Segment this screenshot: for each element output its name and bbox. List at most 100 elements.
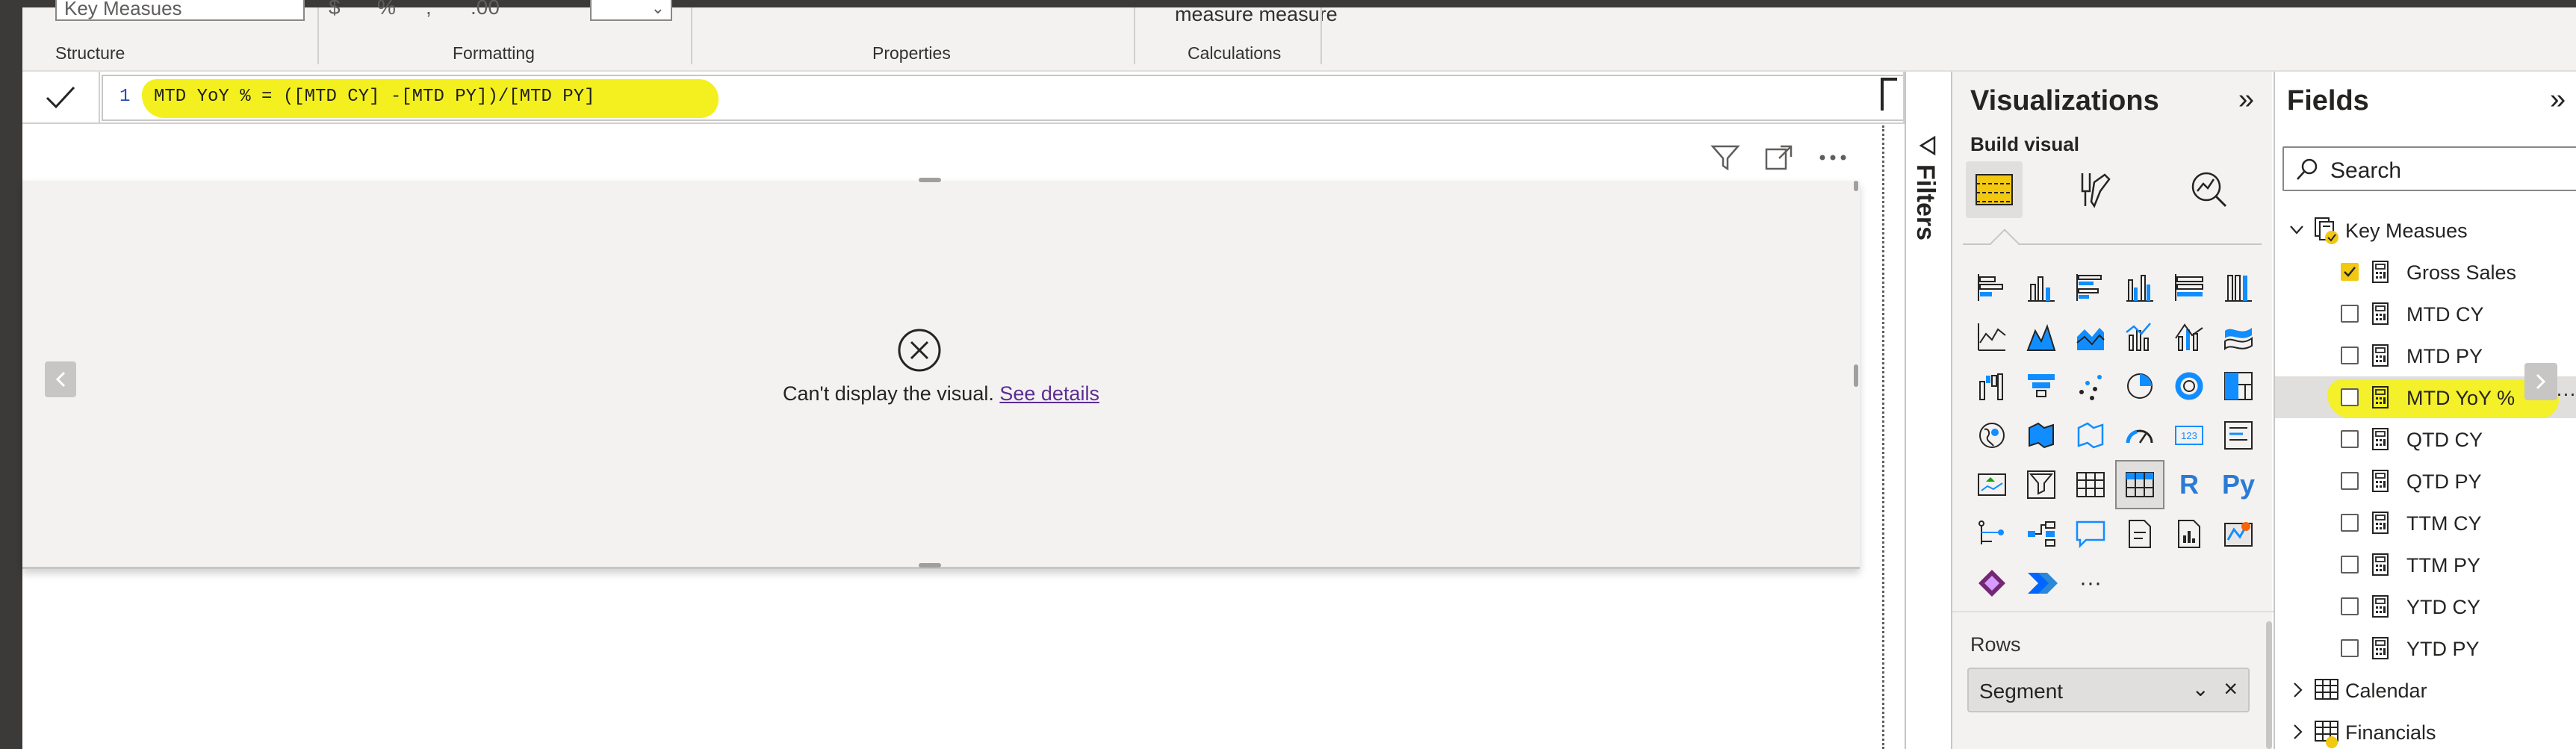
chevron-down-icon[interactable] [2288, 223, 2305, 237]
focus-mode-icon[interactable] [1764, 143, 1794, 172]
collapse-fields-icon[interactable]: » [2550, 84, 2566, 116]
power-apps-icon[interactable] [1967, 559, 2017, 608]
chevron-right-icon[interactable] [2291, 681, 2303, 699]
field-checkbox[interactable] [2341, 556, 2359, 574]
waterfall-chart-icon[interactable] [1967, 361, 2017, 411]
card-icon[interactable]: 123 [2164, 411, 2214, 460]
100-stacked-bar-chart-icon[interactable] [2164, 263, 2214, 312]
field-row-gross-sales[interactable]: Gross Sales [2275, 251, 2576, 293]
filters-pane[interactable]: Filters [1905, 72, 1949, 749]
kpi-icon[interactable] [1967, 460, 2017, 509]
more-visuals-icon[interactable]: ··· [2066, 559, 2115, 608]
line-and-stacked-column-icon[interactable] [2115, 312, 2164, 361]
paginated-report-icon[interactable] [2164, 509, 2214, 559]
new-measure-button[interactable]: measure measure [1175, 3, 1338, 26]
home-table-input[interactable]: Key Measues [55, 0, 305, 21]
key-influencers-icon[interactable] [1967, 509, 2017, 559]
commit-formula-button[interactable] [22, 72, 100, 124]
rows-field-pill[interactable]: Segment ⌄ × [1967, 668, 2250, 712]
calculator-icon [2372, 595, 2389, 618]
stacked-area-chart-icon[interactable] [2066, 312, 2115, 361]
table-row-financials[interactable]: Financials [2275, 711, 2576, 749]
field-checkbox[interactable] [2341, 430, 2359, 448]
field-row-ttm-py[interactable]: TTM PY [2275, 544, 2576, 585]
decomposition-tree-icon[interactable] [2017, 509, 2066, 559]
python-visual-icon[interactable]: Py [2214, 460, 2263, 509]
field-checkbox[interactable] [2341, 597, 2359, 615]
analytics-tab[interactable] [2179, 161, 2236, 218]
decimal-format-button[interactable]: .00 [471, 0, 500, 19]
calculator-icon [2372, 470, 2389, 492]
field-checkbox[interactable] [2341, 346, 2359, 364]
remove-field-icon[interactable]: × [2223, 675, 2238, 703]
multi-row-card-icon[interactable] [2214, 411, 2263, 460]
matrix-icon[interactable] [2115, 460, 2164, 509]
decimal-places-dropdown[interactable]: ⌄ [590, 0, 672, 21]
comma-format-button[interactable]: , [426, 0, 432, 19]
fields-search-box[interactable]: Search [2282, 146, 2576, 191]
more-options-icon[interactable] [1818, 153, 1848, 162]
table-icon[interactable] [2066, 460, 2115, 509]
chevron-right-icon[interactable] [2291, 723, 2303, 741]
field-row-qtd-py[interactable]: QTD PY [2275, 460, 2576, 502]
table-visual[interactable]: Can't display the visual. See details [22, 178, 1860, 569]
clustered-bar-chart-icon[interactable] [2066, 263, 2115, 312]
donut-chart-icon[interactable] [2164, 361, 2214, 411]
scatter-chart-icon[interactable] [2066, 361, 2115, 411]
build-visual-tab[interactable] [1966, 161, 2023, 218]
power-automate-icon[interactable] [2017, 559, 2066, 608]
filled-map-icon[interactable] [2017, 411, 2066, 460]
collapse-visualizations-icon[interactable]: » [2238, 84, 2254, 116]
field-row-qtd-cy[interactable]: QTD CY [2275, 418, 2576, 460]
chevron-down-icon[interactable]: ⌄ [2192, 677, 2209, 701]
field-checkbox[interactable] [2341, 263, 2359, 281]
resize-handle-corner[interactable] [1854, 181, 1858, 191]
table-row-key-measues[interactable]: Key Measues [2275, 209, 2576, 251]
qna-icon[interactable] [2066, 509, 2115, 559]
field-checkbox[interactable] [2341, 472, 2359, 490]
ribbon-chart-icon[interactable] [2214, 312, 2263, 361]
funnel-chart-icon[interactable] [2017, 361, 2066, 411]
formula-editor[interactable]: 1 MTD YoY % = ([MTD CY] -[MTD PY])/[MTD … [102, 75, 1924, 121]
stacked-column-chart-icon[interactable] [2017, 263, 2066, 312]
azure-map-icon[interactable] [2214, 509, 2263, 559]
gauge-icon[interactable] [2115, 411, 2164, 460]
field-checkbox[interactable] [2341, 639, 2359, 657]
slicer-icon[interactable] [2017, 460, 2066, 509]
100-stacked-column-chart-icon[interactable] [2214, 263, 2263, 312]
collapse-arrow-icon[interactable] [1918, 134, 1937, 157]
calculator-icon [2372, 428, 2389, 450]
visualizations-scrollbar[interactable] [2266, 621, 2272, 749]
line-and-clustered-column-icon[interactable] [2164, 312, 2214, 361]
currency-format-button[interactable]: $ [329, 0, 341, 19]
stacked-bar-chart-icon[interactable] [1967, 263, 2017, 312]
line-chart-icon[interactable] [1967, 312, 2017, 361]
map-icon[interactable] [1967, 411, 2017, 460]
structure-group-label: Structure [55, 43, 125, 63]
dax-formula-text[interactable]: MTD YoY % = ([MTD CY] -[MTD PY])/[MTD PY… [154, 87, 595, 107]
field-checkbox[interactable] [2341, 305, 2359, 323]
see-details-link[interactable]: See details [999, 382, 1099, 405]
treemap-icon[interactable] [2214, 361, 2263, 411]
page-nav-right-button[interactable] [2524, 363, 2557, 400]
resize-handle-top[interactable] [919, 178, 941, 182]
filter-icon[interactable] [1710, 143, 1740, 172]
shape-map-icon[interactable] [2066, 411, 2115, 460]
clustered-column-chart-icon[interactable] [2115, 263, 2164, 312]
area-chart-icon[interactable] [2017, 312, 2066, 361]
field-row-ytd-cy[interactable]: YTD CY [2275, 585, 2576, 627]
field-row-ytd-py[interactable]: YTD PY [2275, 627, 2576, 669]
resize-handle-bottom[interactable] [919, 563, 941, 568]
percent-format-button[interactable]: % [377, 0, 396, 19]
r-script-visual-icon[interactable]: R [2164, 460, 2214, 509]
field-row-mtd-cy[interactable]: MTD CY [2275, 293, 2576, 335]
table-row-calendar[interactable]: Calendar [2275, 669, 2576, 711]
format-visual-tab[interactable] [2064, 161, 2121, 218]
field-checkbox[interactable] [2341, 514, 2359, 532]
field-checkbox[interactable] [2341, 388, 2359, 406]
field-more-options[interactable]: ··· [2556, 382, 2576, 405]
smart-narrative-icon[interactable] [2115, 509, 2164, 559]
filters-label[interactable]: Filters [1911, 164, 1940, 240]
pie-chart-icon[interactable] [2115, 361, 2164, 411]
field-row-ttm-cy[interactable]: TTM CY [2275, 502, 2576, 544]
